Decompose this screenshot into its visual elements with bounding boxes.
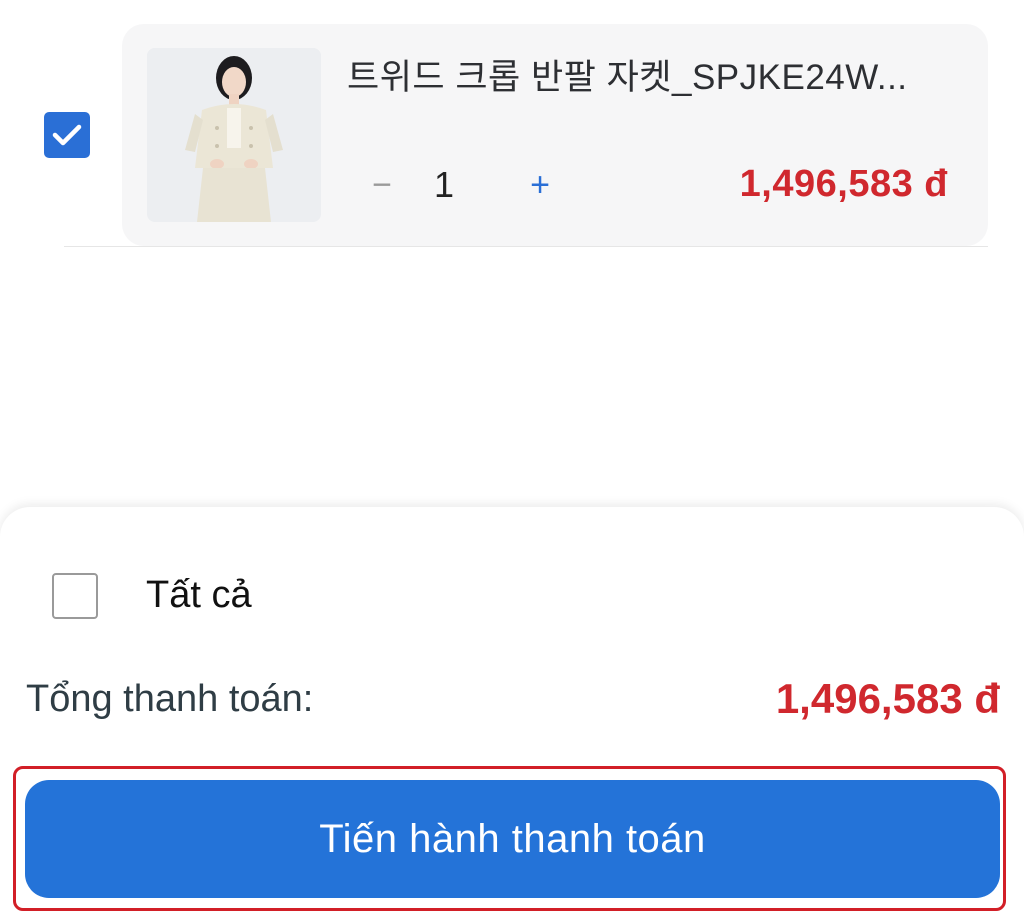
item-select-checkbox[interactable] [44, 112, 90, 158]
total-label: Tổng thanh toán: [26, 678, 314, 720]
select-all-checkbox[interactable] [52, 573, 98, 619]
checkout-button[interactable]: Tiến hành thanh toán [25, 780, 1000, 898]
select-all-label[interactable]: Tất cả [146, 571, 252, 619]
increase-quantity-button[interactable]: + [520, 160, 560, 210]
cart-item-card: 트위드 크롭 반팔 자켓_SPJKE24W... − 1 + 1,496,583… [122, 24, 988, 246]
product-thumbnail[interactable] [147, 48, 321, 222]
decrease-quantity-button[interactable]: − [362, 160, 402, 210]
item-divider [64, 246, 988, 247]
quantity-value: 1 [433, 164, 455, 205]
item-price: 1,496,583 đ [739, 163, 948, 205]
product-name[interactable]: 트위드 크롭 반팔 자켓_SPJKE24W... [347, 56, 957, 100]
total-value: 1,496,583 đ [775, 675, 1000, 722]
checkmark-icon [52, 124, 82, 146]
checkout-panel: Tất cả Tổng thanh toán: 1,496,583 đ Tiến… [0, 507, 1024, 923]
quantity-stepper: − 1 + [362, 160, 560, 210]
